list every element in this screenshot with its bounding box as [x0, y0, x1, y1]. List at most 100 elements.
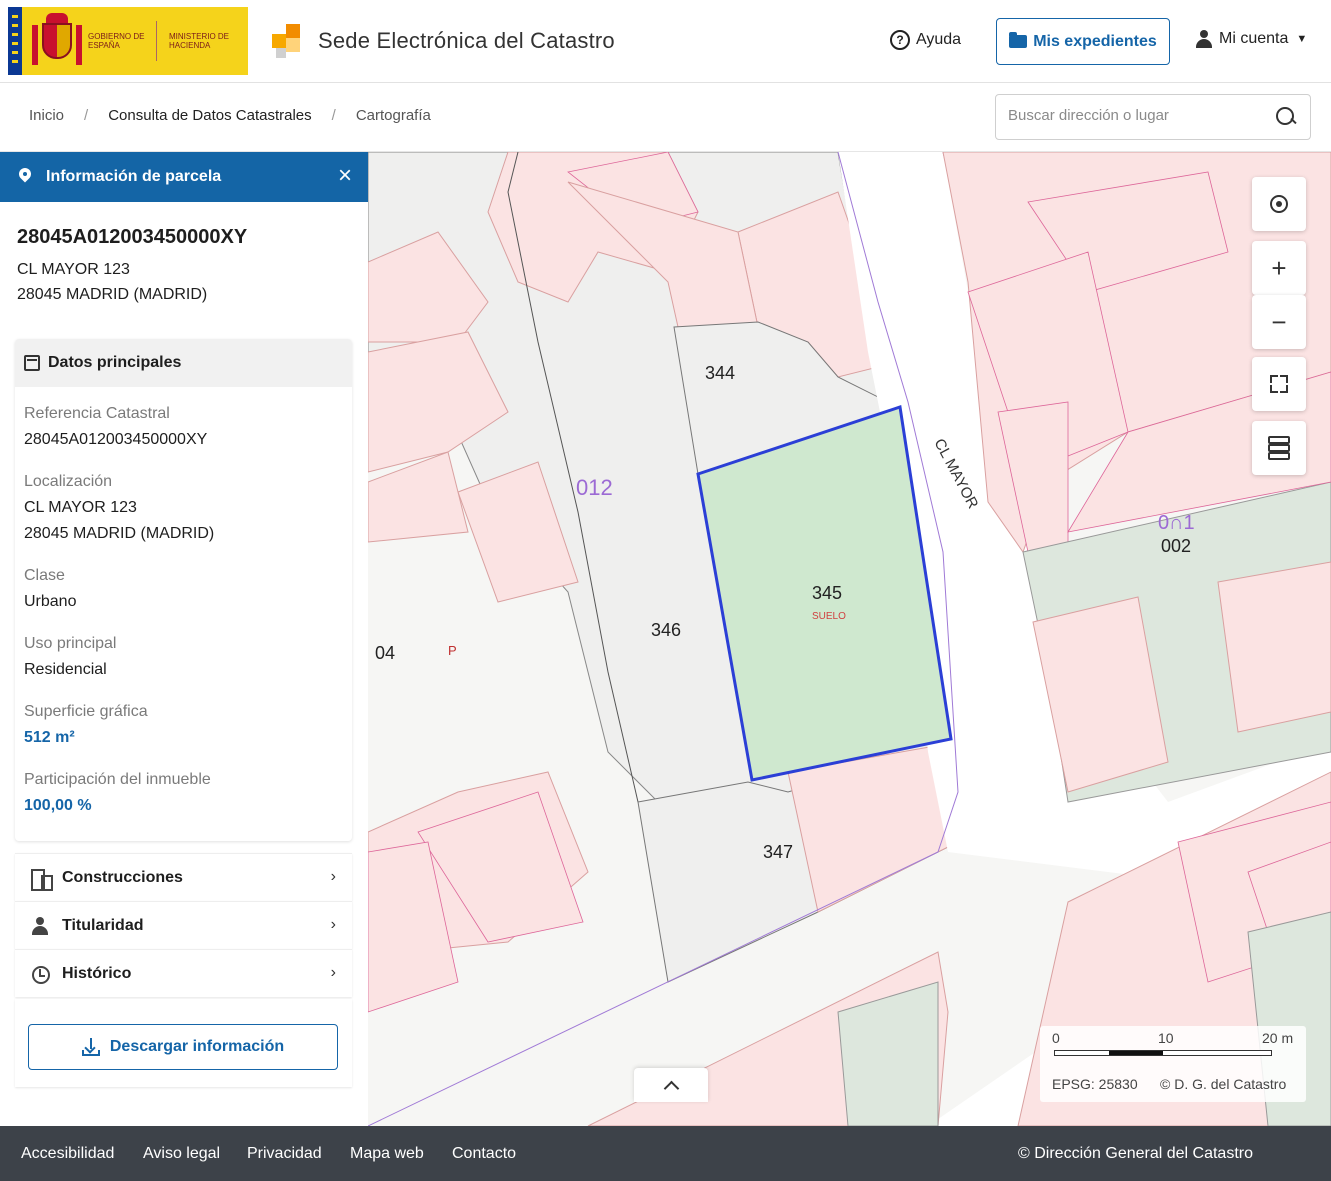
field-value: 28045A012003450000XY [24, 431, 208, 448]
download-section: Descargar información [15, 999, 352, 1087]
suelo-label: SUELO [812, 611, 846, 622]
catastro-logo-icon [272, 24, 306, 58]
cadastral-map[interactable]: 344 345 SUELO 346 347 012 04 P 0∩1 002 C… [368, 152, 1331, 1126]
user-icon [1195, 30, 1213, 48]
help-icon: ? [890, 30, 910, 50]
accordion-historico[interactable]: Histórico › [15, 949, 352, 997]
footer-contacto[interactable]: Contacto [452, 1145, 516, 1163]
help-link[interactable]: ? Ayuda [890, 30, 961, 50]
field-label: Referencia Catastral [24, 405, 170, 422]
footer-copyright: © Dirección General del Catastro [1018, 1145, 1253, 1162]
parcel-label-345: 345 [812, 583, 842, 603]
chevron-right-icon: › [330, 964, 336, 981]
geolocate-button[interactable] [1252, 177, 1306, 231]
download-label: Descargar información [109, 1038, 285, 1055]
coat-of-arms-icon [32, 13, 82, 69]
parcel-info-panel: Información de parcela × 28045A012003450… [0, 152, 368, 1126]
block-label-012: 012 [576, 475, 613, 500]
parcel-label-04: 04 [375, 643, 395, 663]
block-label-001: 0∩1 [1158, 512, 1195, 534]
map-credit: © D. G. del Catastro [1160, 1076, 1287, 1092]
scale-bar [1054, 1050, 1272, 1056]
accordion-label: Titularidad [62, 916, 144, 934]
mis-expedientes-button[interactable]: Mis expedientes [996, 18, 1170, 65]
footer-privacidad[interactable]: Privacidad [247, 1145, 322, 1163]
field-clase: Clase Urbano [24, 567, 76, 611]
field-label: Superficie gráfica [24, 703, 148, 720]
panel-header: Información de parcela × [0, 152, 368, 202]
accordion-titularidad[interactable]: Titularidad › [15, 901, 352, 949]
scale-tick-10: 10 [1158, 1030, 1174, 1046]
search-input[interactable] [1008, 107, 1258, 124]
close-icon[interactable]: × [338, 164, 352, 188]
zoom-in-button[interactable]: + [1252, 241, 1306, 295]
account-label: Mi cuenta [1219, 30, 1289, 47]
map-scale: 0 10 20 m EPSG: 25830 © D. G. del Catast… [1040, 1026, 1306, 1102]
section-title: Datos principales [48, 354, 182, 371]
field-label: Clase [24, 567, 65, 584]
breadcrumb: Inicio / Consulta de Datos Catastrales /… [29, 107, 431, 124]
scale-tick-20: 20 m [1262, 1030, 1294, 1046]
site-footer: Accesibilidad Aviso legal Privacidad Map… [0, 1126, 1331, 1181]
site-title: Sede Electrónica del Catastro [318, 28, 615, 53]
accordion-construcciones[interactable]: Construcciones › [15, 853, 352, 901]
field-localizacion: Localización CL MAYOR 123 28045 MADRID (… [24, 473, 214, 543]
search-icon[interactable] [1276, 107, 1296, 127]
field-superficie: Superficie gráfica 512 m² [24, 703, 148, 747]
ministry-label: Ministerio de Hacienda [169, 32, 230, 50]
field-participacion: Participación del inmueble 100,00 % [24, 771, 211, 815]
map-canvas[interactable]: 344 345 SUELO 346 347 012 04 P 0∩1 002 C… [368, 152, 1331, 1126]
chevron-right-icon: › [330, 916, 336, 933]
layers-button[interactable] [1252, 421, 1306, 475]
account-menu[interactable]: Mi cuenta ▼ [1195, 30, 1307, 48]
gobierno-logo[interactable]: Gobierno de España Ministerio de Haciend… [8, 7, 248, 75]
eu-flag-strip [8, 7, 22, 75]
site-header: Gobierno de España Ministerio de Haciend… [0, 0, 1331, 83]
help-label: Ayuda [916, 31, 962, 48]
layers-icon [1268, 436, 1290, 444]
zoom-out-button[interactable]: − [1252, 295, 1306, 349]
download-icon [81, 1038, 100, 1056]
field-value: CL MAYOR 123 [24, 499, 137, 516]
parcel-label-002: 002 [1161, 536, 1191, 556]
parcel-letter-p: P [448, 643, 457, 658]
parcel-reference: 28045A012003450000XY [17, 226, 248, 248]
folder-icon [1009, 32, 1028, 48]
breadcrumb-bar: Inicio / Consulta de Datos Catastrales /… [0, 83, 1331, 152]
history-icon [31, 965, 50, 984]
breadcrumb-consulta[interactable]: Consulta de Datos Catastrales [108, 107, 311, 124]
parcel-address-line1: CL MAYOR 123 [17, 261, 130, 278]
search-box [995, 94, 1311, 140]
parcel-label-347: 347 [763, 842, 793, 862]
field-value: Residencial [24, 661, 107, 678]
field-label: Uso principal [24, 635, 117, 652]
mis-expedientes-label: Mis expedientes [1033, 32, 1157, 50]
breadcrumb-cartografia: Cartografía [355, 107, 431, 124]
person-icon [31, 916, 49, 935]
datos-principales-card: Datos principales Referencia Catastral 2… [15, 339, 352, 841]
accordion-label: Histórico [62, 964, 132, 982]
chevron-right-icon: › [330, 868, 336, 885]
footer-accesibilidad[interactable]: Accesibilidad [21, 1145, 114, 1163]
panel-title: Información de parcela [46, 168, 222, 185]
footer-mapa-web[interactable]: Mapa web [350, 1145, 424, 1163]
field-value-line2: 28045 MADRID (MADRID) [24, 525, 215, 542]
calendar-icon [24, 355, 40, 371]
download-button[interactable]: Descargar información [28, 1024, 338, 1070]
chevron-up-icon [663, 1080, 679, 1096]
breadcrumb-inicio[interactable]: Inicio [29, 107, 64, 124]
datos-principales-header: Datos principales [15, 339, 352, 387]
field-label: Localización [24, 473, 113, 490]
fullscreen-button[interactable] [1252, 357, 1306, 411]
building-icon [31, 868, 53, 891]
field-value: 100,00 % [24, 797, 92, 814]
parcel-label-346: 346 [651, 620, 681, 640]
field-uso: Uso principal Residencial [24, 635, 116, 679]
parcel-address-line2: 28045 MADRID (MADRID) [17, 286, 208, 303]
epsg-label: EPSG: 25830 [1052, 1076, 1138, 1092]
accordion-label: Construcciones [62, 868, 183, 886]
expand-panel-button[interactable] [634, 1068, 708, 1102]
site-brand[interactable]: Sede Electrónica del Catastro [272, 24, 615, 58]
footer-aviso-legal[interactable]: Aviso legal [143, 1145, 220, 1163]
field-value: 512 m² [24, 729, 75, 746]
